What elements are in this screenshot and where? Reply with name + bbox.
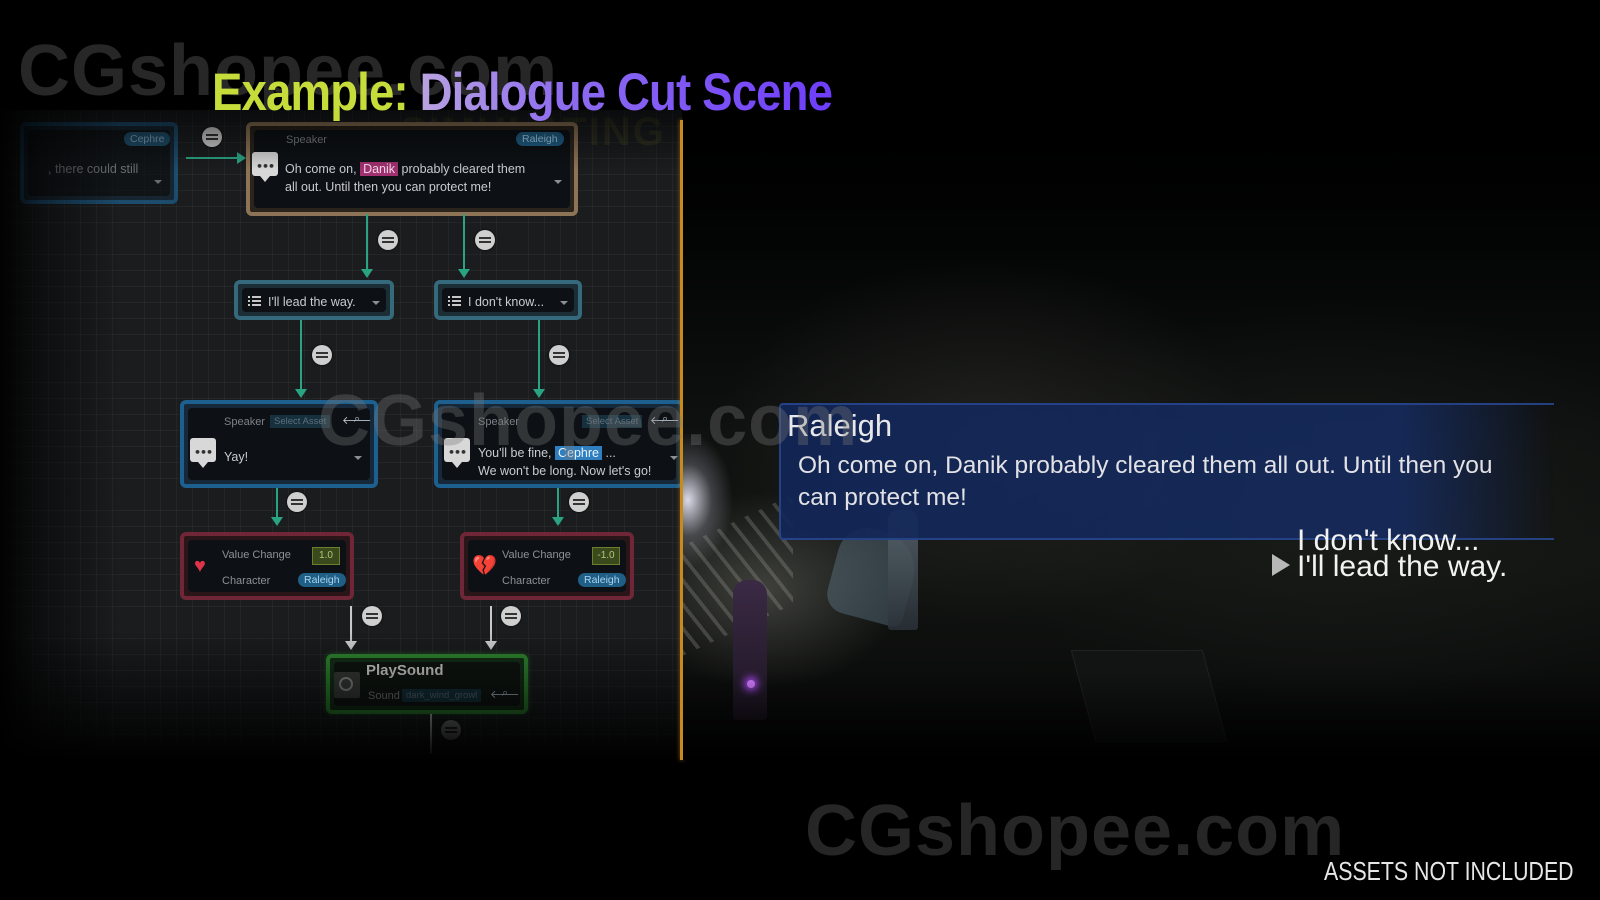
- title-main: Dialogue Cut Scene: [419, 63, 833, 122]
- node-text: , there could still: [48, 162, 139, 176]
- value-change-label: Value Change: [502, 549, 571, 561]
- choice-label: I'll lead the way.: [268, 295, 356, 309]
- page-title: Example: Dialogue Cut Scene: [212, 62, 833, 123]
- choice-node-dont-know[interactable]: I don't know...: [434, 280, 582, 320]
- speech-bubble-icon: •••: [190, 438, 216, 468]
- play-sound-title: PlaySound: [366, 662, 444, 679]
- list-icon: [448, 296, 461, 308]
- dropdown-caret-icon[interactable]: [560, 301, 568, 305]
- connection-wire: [345, 606, 357, 650]
- value-change-node-negative[interactable]: 💔 Value Change -1.0 Character Raleigh: [460, 532, 634, 600]
- character-label: Character: [222, 575, 271, 587]
- character-pill[interactable]: Raleigh: [298, 573, 346, 587]
- play-sound-node[interactable]: PlaySound Sound dark_wind_growl 🡐 ⌕: [326, 654, 528, 714]
- broken-heart-icon: 💔: [472, 555, 497, 577]
- title-prefix: Example:: [212, 63, 409, 122]
- dialogue-choice-lead-the-way[interactable]: I'll lead the way.: [1297, 552, 1507, 582]
- heart-icon: ♥: [194, 555, 206, 577]
- list-icon: [248, 296, 261, 308]
- sound-asset-dropdown[interactable]: dark_wind_growl: [402, 689, 482, 702]
- dialogue-text-line-1: Oh come on, Danik probably cleared them: [285, 160, 525, 178]
- dropdown-caret-icon[interactable]: [372, 301, 380, 305]
- connection-wire: [552, 488, 564, 526]
- browse-search-icon[interactable]: ⌕: [502, 687, 508, 700]
- transition-icon[interactable]: [287, 492, 307, 512]
- connection-wire: [458, 214, 470, 278]
- connection-wire: [361, 214, 373, 278]
- dialogue-line-text: Oh come on, Danik probably cleared them …: [798, 452, 1493, 511]
- watermark-middle: CGshopee.com: [318, 381, 859, 461]
- character-pill[interactable]: Raleigh: [578, 573, 626, 587]
- transition-icon[interactable]: [549, 345, 569, 365]
- character-highlight: Danik: [360, 162, 399, 176]
- connection-wire: [485, 606, 497, 650]
- dialogue-text-line-2: all out. Until then you can protect me!: [285, 180, 492, 194]
- speaker-icon: [334, 672, 360, 698]
- connection-wire: [295, 320, 307, 398]
- transition-icon[interactable]: [441, 720, 461, 740]
- connection-wire: [186, 152, 246, 164]
- transition-icon[interactable]: [362, 606, 382, 626]
- transition-icon[interactable]: [202, 127, 222, 147]
- choice-label: I don't know...: [468, 295, 545, 309]
- value-change-node-positive[interactable]: ♥ Value Change 1.0 Character Raleigh: [180, 532, 354, 600]
- value-input[interactable]: 1.0: [312, 547, 340, 565]
- dropdown-caret-icon[interactable]: [554, 180, 562, 184]
- speaker-label: Speaker: [286, 134, 327, 146]
- dialogue-text: Yay!: [224, 450, 249, 464]
- previous-speaker-node[interactable]: Cephre , there could still: [20, 122, 178, 204]
- transition-icon[interactable]: [312, 345, 332, 365]
- connection-wire: [271, 488, 283, 526]
- text-segment: Oh come on,: [285, 162, 357, 176]
- transition-icon[interactable]: [501, 606, 521, 626]
- speaker-node-raleigh[interactable]: ••• Speaker Raleigh Oh come on, Danik pr…: [246, 122, 578, 216]
- sound-label: Sound: [368, 690, 400, 702]
- text-segment: probably cleared them: [401, 162, 526, 176]
- transition-icon[interactable]: [475, 230, 495, 250]
- watermark-bottom: CGshopee.com: [805, 791, 1346, 871]
- choice-node-lead[interactable]: I'll lead the way.: [234, 280, 394, 320]
- speaker-pill[interactable]: Cephre: [124, 132, 171, 146]
- dialogue-text-line-2: We won't be long. Now let's go!: [478, 464, 652, 478]
- transition-icon[interactable]: [569, 492, 589, 512]
- dropdown-caret-icon[interactable]: [154, 180, 162, 184]
- value-input[interactable]: -1.0: [592, 547, 620, 565]
- speaker-label: Speaker: [224, 416, 265, 428]
- mine-cart: [1070, 650, 1228, 742]
- assets-not-included-note: ASSETS NOT INCLUDED: [1324, 856, 1574, 886]
- choice-selector-arrow-icon: [1272, 554, 1290, 576]
- character-label: Character: [502, 575, 551, 587]
- character-player: [733, 580, 767, 720]
- connection-wire: [430, 714, 432, 754]
- speaker-pill[interactable]: Raleigh: [516, 132, 564, 146]
- transition-icon[interactable]: [378, 230, 398, 250]
- value-change-label: Value Change: [222, 549, 291, 561]
- speech-bubble-icon: •••: [252, 152, 278, 182]
